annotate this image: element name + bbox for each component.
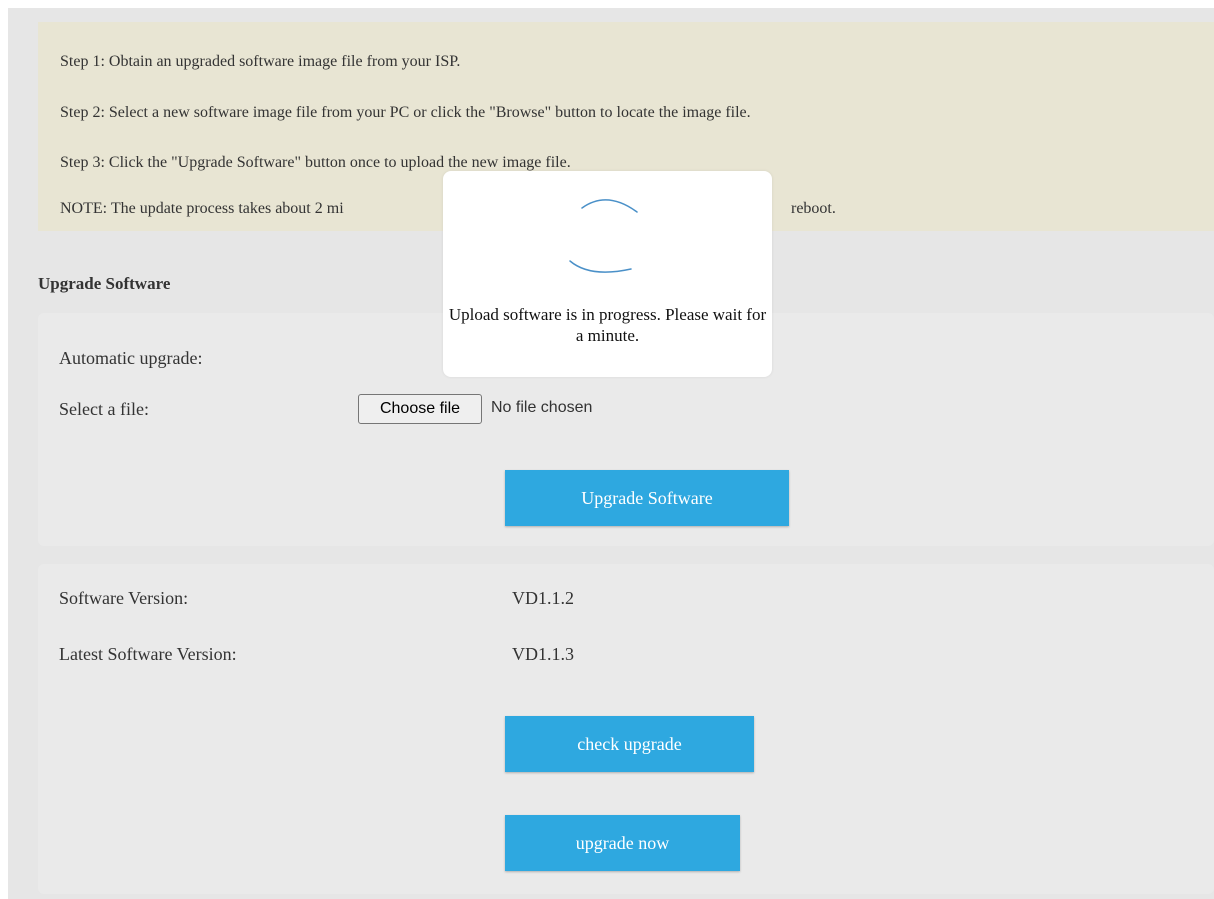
select-file-label: Select a file: [59,399,149,419]
step1-text: Step 1: Obtain an upgraded software imag… [60,53,461,70]
page-container: Step 1: Obtain an upgraded software imag… [8,8,1214,899]
upload-progress-modal: Upload software is in progress. Please w… [443,171,772,377]
software-version-label: Software Version: [59,588,189,608]
loading-spinner-icon [569,199,638,273]
version-panel: Software Version: VD1.1.2 Latest Softwar… [38,564,1214,894]
upgrade-now-button[interactable]: upgrade now [505,815,740,871]
upload-progress-message: Upload software is in progress. Please w… [448,305,767,345]
upgrade-software-button[interactable]: Upgrade Software [505,470,789,526]
section-title: Upgrade Software [38,274,171,293]
step2-text: Step 2: Select a new software image file… [60,104,751,121]
automatic-upgrade-label: Automatic upgrade: [59,348,203,368]
note-text-start: NOTE: The update process takes about 2 m… [60,200,344,217]
file-status-text: No file chosen [491,399,593,416]
software-version-value: VD1.1.2 [512,588,574,608]
step3-text: Step 3: Click the "Upgrade Software" but… [60,154,571,171]
choose-file-button[interactable]: Choose file [358,394,482,424]
latest-version-label: Latest Software Version: [59,644,237,664]
check-upgrade-button[interactable]: check upgrade [505,716,754,772]
note-text-end: reboot. [791,200,836,217]
latest-version-value: VD1.1.3 [512,644,574,664]
